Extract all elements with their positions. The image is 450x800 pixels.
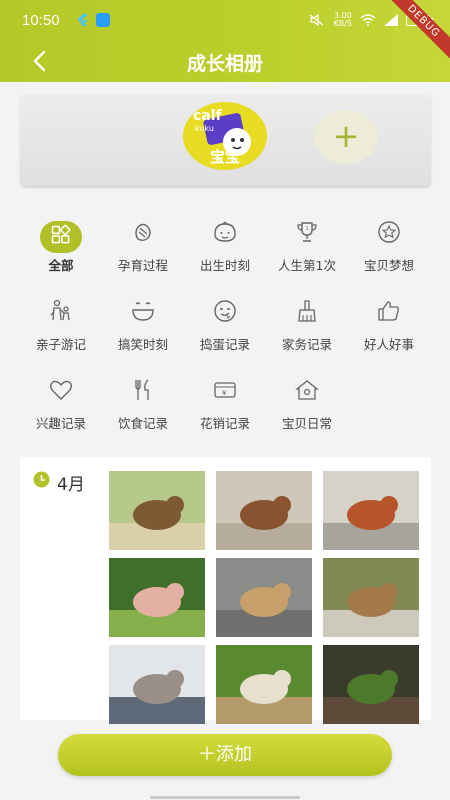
photo-thumb-fox-kit-eating[interactable] [323,558,419,637]
money-icon: ¥ [214,382,236,398]
category-funny[interactable]: 搞笑时刻 [102,284,184,352]
star-icon [378,221,400,243]
add-button[interactable]: ＋添加 [58,734,392,776]
category-label: 搞笑时刻 [117,337,168,352]
photo-thumb-kitten[interactable] [109,645,205,724]
mischief-icon [214,300,236,322]
page-title: 成长相册 [186,53,263,75]
category-diet[interactable]: 饮食记录 [102,363,184,431]
home-icon [295,380,319,400]
nav-bar: 成长相册 [0,40,450,82]
broom-icon [298,300,316,322]
category-label: 孕育过程 [117,258,168,273]
photo-thumb-sea-lion-pup[interactable] [216,558,312,637]
category-spending[interactable]: ¥ 花销记录 [184,363,266,431]
photo-thumb-piglet[interactable] [109,558,205,637]
trophy-icon: 1 [297,222,317,242]
thumbs-up-icon [378,301,399,321]
category-label: 宝贝梦想 [363,258,414,273]
mute-icon [310,14,324,26]
category-interest[interactable]: 兴趣记录 [20,363,102,431]
category-label: 人生第1次 [278,258,336,273]
category-label: 饮食记录 [117,416,168,431]
category-label: 兴趣记录 [35,416,86,431]
baby-avatar[interactable]: calf kuku 宝宝 [183,102,267,170]
category-mischief[interactable]: 捣蛋记录 [184,284,266,352]
category-birth[interactable]: 出生时刻 [184,205,266,273]
pregnancy-icon [135,223,151,241]
category-label: 家务记录 [281,337,332,352]
category-label: 好人好事 [363,337,414,352]
category-label: 亲子游记 [35,337,86,352]
svg-text:1: 1 [306,226,309,232]
clock-icon [33,471,50,488]
category-grid: 全部 孕育过程 出生时刻 1 人生第1次 宝贝梦想 亲子游记 搞笑时刻 捣蛋记录… [20,205,431,450]
category-good-deeds[interactable]: 好人好事 [348,284,430,352]
status-bar: 10:50 3.00 KB/S DEBUG [0,0,450,66]
category-label: 全部 [48,258,74,273]
avatar-logo-text: calf [193,108,222,124]
app-header: 10:50 3.00 KB/S DEBUG 成长相册 [0,0,450,82]
category-label: 宝贝日常 [281,416,332,431]
laugh-icon [132,302,154,321]
photo-thumb-fox-cubs[interactable] [216,471,312,550]
photo-thumb-puppies-lawn[interactable] [216,645,312,724]
net-speed: 3.00 KB/S [333,12,352,28]
category-label: 花销记录 [199,416,250,431]
avatar-name: 宝宝 [209,148,240,166]
signal-icon [384,14,398,26]
photo-thumb-fox[interactable] [323,471,419,550]
category-all[interactable]: 全部 [20,205,102,273]
category-label: 捣蛋记录 [199,337,250,352]
svg-text:¥: ¥ [222,389,227,397]
baby-face-icon [214,221,236,242]
category-housework[interactable]: 家务记录 [266,284,348,352]
album-month: 4月 [57,475,85,495]
category-label: 出生时刻 [199,258,250,273]
category-family-trip[interactable]: 亲子游记 [20,284,102,352]
avatar-logo-sub: kuku [195,124,214,133]
flutter-icon [77,14,88,26]
category-dream[interactable]: 宝贝梦想 [348,205,430,273]
photo-thumb-chipmunk[interactable] [109,471,205,550]
photo-thumb-otter-water[interactable] [323,645,419,724]
grid-icon [51,224,71,244]
cutlery-icon [135,379,149,400]
profile-card: calf kuku 宝宝 + [20,94,431,186]
wifi-icon [360,14,376,26]
app-notification-icon [96,13,110,27]
net-speed-unit: KB/S [333,19,352,28]
category-daily[interactable]: 宝贝日常 [266,363,348,431]
status-time: 10:50 [22,12,60,29]
family-icon [50,299,70,321]
album-section: 4月 [20,457,431,724]
category-first-time[interactable]: 1 人生第1次 [266,205,348,273]
heart-icon [50,380,72,400]
home-indicator [150,796,300,799]
add-baby-button[interactable]: + [314,110,378,164]
category-pregnancy[interactable]: 孕育过程 [102,205,184,273]
